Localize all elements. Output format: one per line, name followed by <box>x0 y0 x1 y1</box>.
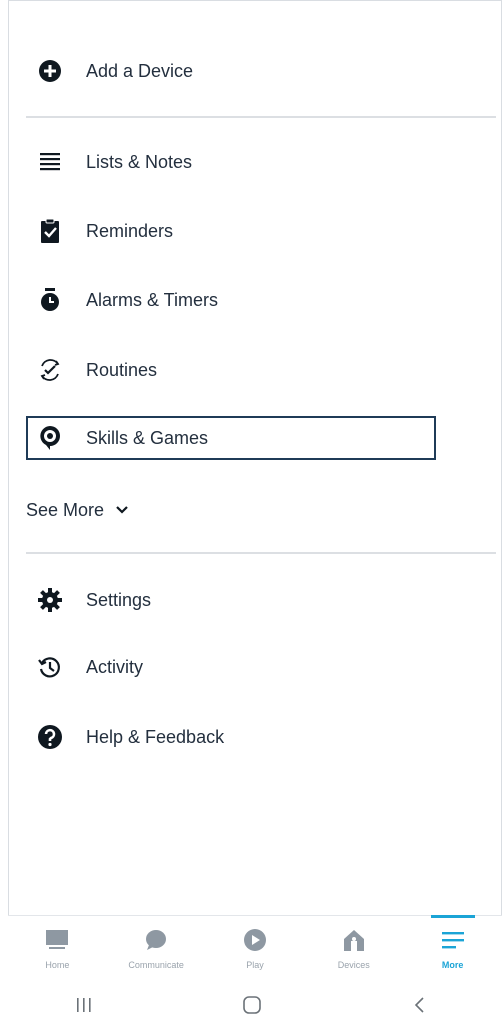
menu-item-label: Alarms & Timers <box>86 289 219 310</box>
plus-circle-icon <box>36 57 64 85</box>
home-icon <box>43 926 71 954</box>
list-icon <box>36 148 64 176</box>
see-more-toggle[interactable]: See More <box>26 496 130 524</box>
tab-devices[interactable]: Devices <box>304 916 403 978</box>
help-icon <box>36 723 64 751</box>
alarm-clock-icon <box>36 286 64 314</box>
menu-item-settings[interactable]: Settings <box>26 578 436 622</box>
tab-label: Home <box>45 960 70 970</box>
tab-label: Communicate <box>128 960 184 970</box>
menu-item-label: Routines <box>86 359 158 380</box>
hamburger-menu-icon <box>439 926 467 954</box>
add-device-item[interactable]: Add a Device <box>26 49 436 93</box>
add-device-label: Add a Device <box>86 60 194 81</box>
menu-item-routines[interactable]: Routines <box>26 348 436 392</box>
tab-home[interactable]: Home <box>8 916 107 978</box>
menu-item-label: Skills & Games <box>86 427 209 448</box>
history-icon <box>36 653 64 681</box>
play-icon <box>241 926 269 954</box>
divider <box>26 552 496 554</box>
menu-item-activity[interactable]: Activity <box>26 645 436 689</box>
home-button-icon[interactable] <box>222 990 282 1020</box>
skills-pin-icon <box>36 424 64 452</box>
menu-item-label: Help & Feedback <box>86 726 225 747</box>
menu-item-label: Reminders <box>86 220 174 241</box>
bottom-tab-bar: Home Communicate Play Devices More <box>8 915 502 978</box>
divider <box>26 116 496 118</box>
see-more-label: See More <box>26 499 105 520</box>
menu-item-reminders[interactable]: Reminders <box>26 209 436 253</box>
back-icon[interactable] <box>390 990 450 1020</box>
routine-check-icon <box>36 356 64 384</box>
menu-item-label: Settings <box>86 589 152 610</box>
gear-icon <box>36 586 64 614</box>
tab-label: Devices <box>337 960 370 970</box>
menu-item-label: Lists & Notes <box>86 151 193 172</box>
recent-apps-icon[interactable] <box>54 990 114 1020</box>
menu-item-lists-notes[interactable]: Lists & Notes <box>26 140 436 184</box>
menu-item-label: Activity <box>86 656 144 677</box>
menu-item-skills-games[interactable]: Skills & Games <box>26 416 436 460</box>
menu-item-help-feedback[interactable]: Help & Feedback <box>26 715 436 759</box>
tab-label: More <box>441 960 464 970</box>
chevron-down-icon <box>114 502 130 518</box>
tab-play[interactable]: Play <box>206 916 305 978</box>
devices-house-icon <box>340 926 368 954</box>
tab-communicate[interactable]: Communicate <box>107 916 206 978</box>
clipboard-check-icon <box>36 217 64 245</box>
menu-item-alarms-timers[interactable]: Alarms & Timers <box>26 278 436 322</box>
tab-more[interactable]: More <box>403 916 502 978</box>
tab-label: Play <box>246 960 264 970</box>
chat-bubble-icon <box>142 926 170 954</box>
system-navigation-bar <box>0 978 504 1031</box>
